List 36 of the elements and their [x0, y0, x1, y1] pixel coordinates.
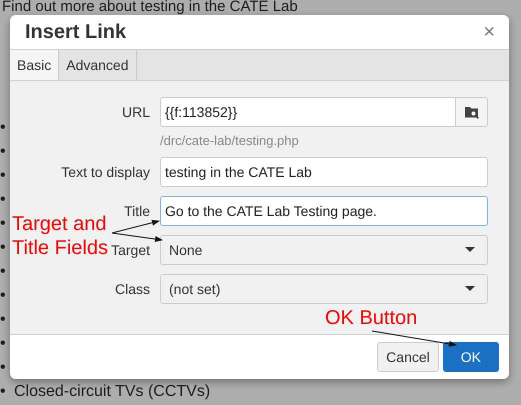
tab[interactable]: Basic — [10, 50, 60, 80]
bullet: • — [0, 239, 7, 257]
caret-icon — [465, 247, 475, 253]
list-item-text: Closed-circuit TVs (CCTVs) — [14, 383, 210, 401]
page-text: Find out more about testing in the CATE Lab — [1, 0, 299, 14]
field-label: Target — [111, 242, 150, 258]
select-field[interactable]: (not set) — [160, 274, 488, 304]
folder-search-icon — [464, 104, 480, 120]
bullet: • — [0, 167, 7, 185]
annotation-label: Target and Title Fields — [12, 212, 109, 260]
caret-icon — [465, 286, 475, 292]
url-field[interactable]: {{f:113852}} — [160, 97, 456, 127]
bullet: • — [0, 263, 7, 281]
text-field[interactable]: testing in the CATE Lab — [160, 157, 488, 187]
bullet: • — [0, 191, 7, 209]
text-field[interactable]: Go to the CATE Lab Testing page. — [160, 196, 488, 226]
select-field[interactable]: None — [160, 235, 488, 265]
bullet: • — [0, 143, 7, 161]
bullet: • — [0, 311, 7, 329]
bullet: • — [0, 383, 7, 401]
field-label: Text to display — [61, 164, 150, 180]
bullet: • — [0, 119, 7, 137]
dialog-title: Insert Link — [25, 20, 126, 44]
ok-button[interactable]: OK — [442, 342, 499, 372]
bullet: • — [0, 215, 7, 233]
url-hint: /drc/cate-lab/testing.php — [160, 133, 299, 148]
field-label: Title — [124, 203, 150, 219]
annotation-label: OK Button — [325, 306, 418, 330]
bullet: • — [0, 359, 7, 377]
bullet: • — [0, 335, 7, 353]
bullet: • — [0, 287, 7, 305]
browse-button[interactable] — [456, 97, 488, 127]
close-button[interactable]: × — [483, 22, 495, 42]
cancel-button[interactable]: Cancel — [377, 342, 439, 372]
field-label: Class — [114, 281, 150, 297]
field-label: URL — [122, 104, 150, 120]
